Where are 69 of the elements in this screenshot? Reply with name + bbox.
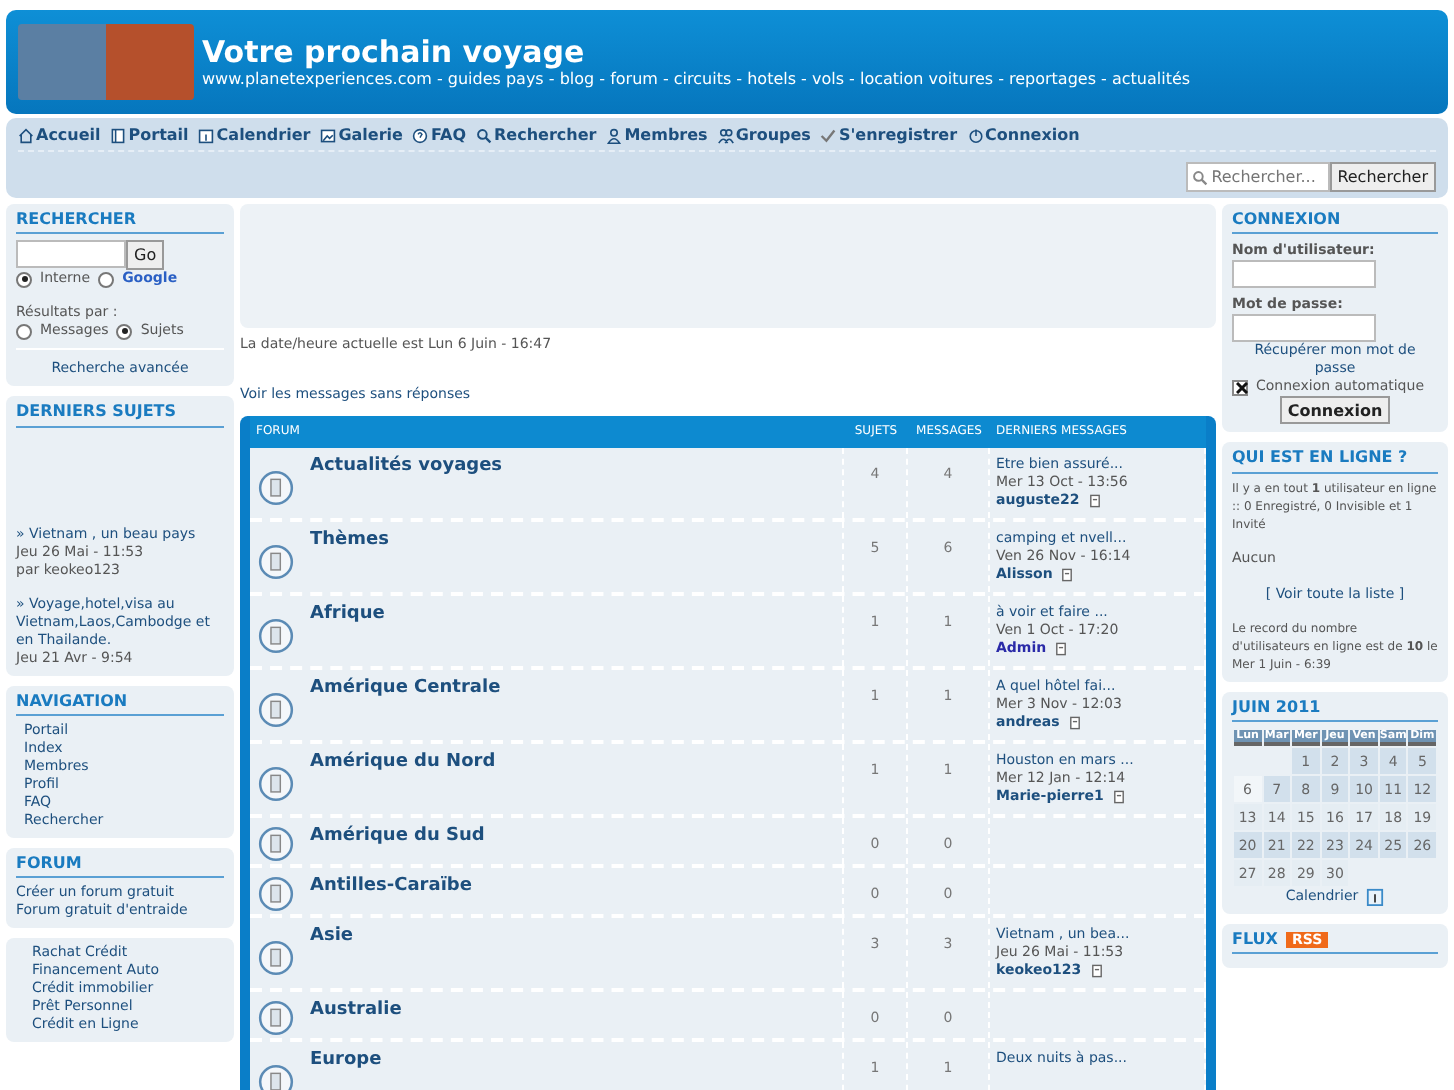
house-icon <box>18 127 34 144</box>
search-input[interactable] <box>16 240 126 269</box>
panel-title: FLUX <box>1232 930 1278 949</box>
forum-link[interactable]: Actualités voyages <box>310 448 503 519</box>
site-title: Votre prochain voyage <box>202 34 585 71</box>
forum-icon <box>258 470 294 507</box>
people-icon <box>717 127 734 144</box>
forum-icon <box>258 766 294 803</box>
forum-link[interactable]: Amérique du Nord <box>310 744 496 815</box>
forum-link[interactable]: Europe <box>310 1042 382 1090</box>
picture-icon <box>320 127 337 144</box>
panel-title: FORUM <box>16 853 224 878</box>
nav-link[interactable]: Portail <box>110 126 189 145</box>
panel-title: JUIN 2011 <box>1232 697 1438 722</box>
radio-button[interactable] <box>116 323 133 340</box>
search-button[interactable]: Rechercher <box>1329 162 1436 193</box>
nav-link[interactable]: Groupes <box>717 126 811 145</box>
forum-link[interactable]: Australie <box>310 992 402 1039</box>
page-icon <box>1060 567 1075 582</box>
page-icon <box>110 127 127 144</box>
forum-icon <box>258 940 294 977</box>
search-icon <box>476 127 493 144</box>
power-icon <box>967 127 984 144</box>
login-button[interactable]: Connexion <box>1279 396 1391 425</box>
nav-link[interactable]: Membres <box>606 126 708 145</box>
check-icon <box>820 127 837 144</box>
nav-link[interactable]: S'enregistrer <box>820 126 958 145</box>
forum-icon <box>258 876 294 913</box>
go-button[interactable]: Go <box>126 240 165 271</box>
nav-link[interactable]: Calendrier <box>198 126 311 145</box>
nav-link[interactable]: Rechercher <box>476 126 597 145</box>
panel-title: DERNIERS SUJETS <box>16 402 224 428</box>
person-icon <box>606 127 623 144</box>
forum-icon <box>258 618 294 655</box>
auto-login-checkbox[interactable] <box>1232 379 1248 396</box>
radio-button[interactable] <box>16 271 32 288</box>
page-icon <box>1087 493 1102 508</box>
radio-button[interactable] <box>16 323 32 340</box>
question-icon <box>412 127 429 144</box>
calendar-icon <box>198 127 215 144</box>
page-icon <box>1067 715 1082 730</box>
forum-link[interactable]: Antilles-Caraïbe <box>310 868 472 915</box>
forum-link[interactable]: Amérique Centrale <box>310 670 501 741</box>
forum-link[interactable]: Thèmes <box>310 522 389 593</box>
search-icon <box>1191 170 1208 187</box>
calendar-icon <box>1366 888 1385 907</box>
forum-link[interactable]: Asie <box>310 918 354 989</box>
page-icon <box>1089 963 1104 978</box>
nav-link[interactable]: Connexion <box>967 126 1080 145</box>
password-field[interactable] <box>1232 314 1376 343</box>
header-links[interactable]: www.planetexperiences.com - guides pays - blog - forum - circuits - hotels - vols - location voitures - reportages - actualités <box>202 70 1191 90</box>
forum-icon <box>258 692 294 729</box>
panel-title: NAVIGATION <box>16 691 224 716</box>
forum-link[interactable]: Amérique du Sud <box>310 818 485 865</box>
page-icon <box>1054 641 1069 656</box>
forum-icon <box>258 544 294 581</box>
radio-button[interactable] <box>98 271 115 288</box>
panel-title: RECHERCHER <box>16 210 224 235</box>
forum-icon <box>258 1000 294 1037</box>
page-icon <box>1111 789 1126 804</box>
nav-link[interactable]: Accueil <box>18 126 101 145</box>
username-field[interactable] <box>1232 260 1376 289</box>
panel-title: CONNEXION <box>1232 210 1438 235</box>
search-field[interactable]: Rechercher... <box>1185 162 1330 193</box>
forum-icon <box>258 826 294 863</box>
nav-link[interactable]: FAQ <box>412 126 467 145</box>
panel-title: QUI EST EN LIGNE ? <box>1232 448 1438 474</box>
nav-link[interactable]: Galerie <box>320 126 403 145</box>
forum-link[interactable]: Afrique <box>310 596 385 667</box>
